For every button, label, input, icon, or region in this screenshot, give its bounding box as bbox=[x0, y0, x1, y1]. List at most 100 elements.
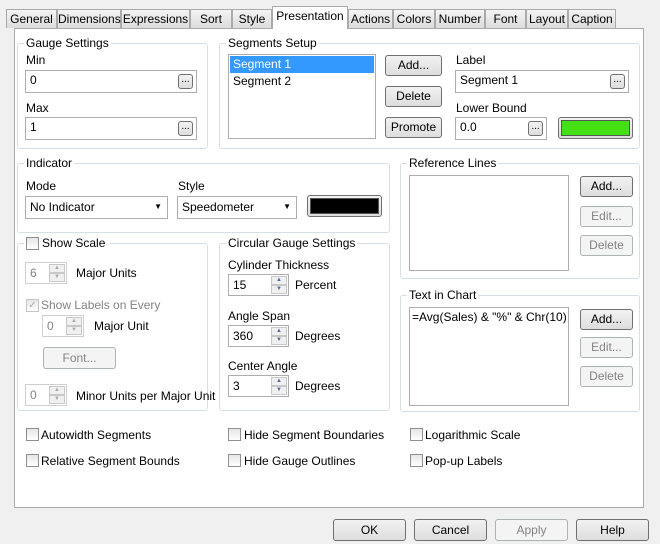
add-text-button[interactable]: Add... bbox=[580, 309, 633, 330]
tab-caption[interactable]: Caption bbox=[568, 9, 616, 28]
max-input[interactable]: 1... bbox=[25, 117, 197, 140]
apply-button[interactable]: Apply bbox=[495, 519, 568, 541]
show-scale-toggle[interactable]: Show Scale bbox=[24, 236, 110, 250]
style-label: Style bbox=[178, 179, 205, 193]
min-label: Min bbox=[26, 53, 46, 67]
logarithmic-scale-label: Logarithmic Scale bbox=[425, 428, 521, 442]
major-units-value: 6 bbox=[30, 266, 37, 280]
reference-lines-list[interactable] bbox=[409, 175, 569, 271]
promote-segment-button[interactable]: Promote bbox=[385, 117, 442, 138]
max-expression-button[interactable]: ... bbox=[178, 121, 193, 136]
group-title: Text in Chart bbox=[407, 288, 479, 302]
help-button[interactable]: Help bbox=[576, 519, 649, 541]
spin-up-icon[interactable]: ▲ bbox=[49, 264, 65, 273]
major-unit-value: 0 bbox=[47, 319, 54, 333]
percent-label: Percent bbox=[295, 278, 337, 292]
tab-actions[interactable]: Actions bbox=[348, 9, 393, 28]
spin-down-icon[interactable]: ▼ bbox=[271, 285, 287, 294]
spin-up-icon[interactable]: ▲ bbox=[49, 386, 65, 395]
spin-up-icon[interactable]: ▲ bbox=[271, 276, 287, 285]
angle-span-value: 360 bbox=[233, 329, 254, 343]
min-input[interactable]: 0... bbox=[25, 70, 197, 93]
center-angle-unit: Degrees bbox=[295, 379, 341, 393]
tab-number[interactable]: Number bbox=[435, 9, 485, 28]
segment-color-button[interactable] bbox=[558, 117, 633, 139]
relative-segment-bounds-checkbox[interactable] bbox=[26, 454, 39, 467]
hide-gauge-outlines-checkbox[interactable] bbox=[228, 454, 241, 467]
hide-gauge-outlines-label: Hide Gauge Outlines bbox=[244, 454, 356, 468]
hide-segment-boundaries-checkbox[interactable] bbox=[228, 428, 241, 441]
spin-down-icon[interactable]: ▼ bbox=[271, 336, 287, 345]
list-item[interactable]: =Avg(Sales) & "%" & Chr(10) & Sum bbox=[412, 310, 566, 325]
cancel-button[interactable]: Cancel bbox=[414, 519, 487, 541]
mode-select[interactable]: No Indicator ▼ bbox=[25, 196, 168, 219]
hide-segment-boundaries-label: Hide Segment Boundaries bbox=[244, 428, 385, 442]
add-segment-button[interactable]: Add... bbox=[385, 55, 442, 76]
text-in-chart-list[interactable]: =Avg(Sales) & "%" & Chr(10) & Sum bbox=[409, 307, 569, 406]
delete-reference-line-button[interactable]: Delete bbox=[580, 235, 633, 256]
max-label: Max bbox=[26, 101, 49, 115]
autowidth-segments-label: Autowidth Segments bbox=[41, 428, 152, 442]
minor-units-label: Minor Units per Major Unit bbox=[76, 389, 216, 403]
tab-sort[interactable]: Sort bbox=[190, 9, 232, 28]
minor-units-spinner[interactable]: 0 ▲ ▼ bbox=[25, 384, 67, 406]
show-scale-checkbox[interactable] bbox=[26, 237, 39, 250]
indicator-color-button[interactable] bbox=[307, 195, 382, 217]
spin-up-icon[interactable]: ▲ bbox=[271, 377, 287, 386]
tab-font[interactable]: Font bbox=[485, 9, 526, 28]
min-expression-button[interactable]: ... bbox=[178, 74, 193, 89]
list-item[interactable]: Segment 2 bbox=[230, 73, 374, 90]
spin-down-icon[interactable]: ▼ bbox=[49, 395, 65, 404]
angle-span-spinner[interactable]: 360 ▲ ▼ bbox=[228, 325, 289, 347]
lower-bound-expression-button[interactable]: ... bbox=[528, 121, 543, 136]
cylinder-thickness-label: Cylinder Thickness bbox=[228, 258, 330, 272]
scale-font-button[interactable]: Font... bbox=[43, 347, 116, 369]
segments-list[interactable]: Segment 1 Segment 2 bbox=[228, 54, 376, 139]
angle-span-unit: Degrees bbox=[295, 329, 341, 343]
major-unit-spinner[interactable]: 0 ▲ ▼ bbox=[42, 315, 84, 337]
spin-up-icon[interactable]: ▲ bbox=[66, 317, 82, 326]
add-reference-line-button[interactable]: Add... bbox=[580, 176, 633, 197]
style-select[interactable]: Speedometer ▼ bbox=[177, 196, 297, 219]
label-label: Label bbox=[456, 53, 486, 67]
tab-style[interactable]: Style bbox=[232, 9, 272, 28]
show-labels-checkbox[interactable]: ✓ bbox=[26, 299, 39, 312]
center-angle-spinner[interactable]: 3 ▲ ▼ bbox=[228, 375, 289, 397]
tab-presentation[interactable]: Presentation bbox=[272, 6, 348, 29]
spin-down-icon[interactable]: ▼ bbox=[271, 386, 287, 395]
segment-label-input[interactable]: Segment 1... bbox=[455, 70, 629, 93]
logarithmic-scale-checkbox[interactable] bbox=[410, 428, 423, 441]
major-unit-label: Major Unit bbox=[94, 319, 149, 333]
delete-segment-button[interactable]: Delete bbox=[385, 86, 442, 107]
segment-color-swatch bbox=[561, 120, 630, 136]
max-value: 1 bbox=[30, 120, 37, 134]
spin-down-icon[interactable]: ▼ bbox=[66, 326, 82, 335]
tab-colors[interactable]: Colors bbox=[393, 9, 435, 28]
edit-reference-line-button[interactable]: Edit... bbox=[580, 206, 633, 227]
lower-bound-input[interactable]: 0.0... bbox=[455, 117, 547, 140]
chevron-down-icon: ▼ bbox=[283, 202, 291, 211]
tab-general[interactable]: General bbox=[6, 9, 57, 28]
delete-text-button[interactable]: Delete bbox=[580, 366, 633, 387]
group-title: Gauge Settings bbox=[24, 36, 111, 50]
spin-down-icon[interactable]: ▼ bbox=[49, 273, 65, 282]
minor-units-value: 0 bbox=[30, 388, 37, 402]
tab-layout[interactable]: Layout bbox=[526, 9, 568, 28]
popup-labels-label: Pop-up Labels bbox=[425, 454, 503, 468]
angle-span-label: Angle Span bbox=[228, 309, 291, 323]
label-expression-button[interactable]: ... bbox=[610, 74, 625, 89]
lower-bound-label: Lower Bound bbox=[456, 101, 527, 115]
cylinder-thickness-spinner[interactable]: 15 ▲ ▼ bbox=[228, 274, 289, 296]
tab-dimensions[interactable]: Dimensions bbox=[57, 9, 121, 28]
list-item[interactable]: Segment 1 bbox=[230, 56, 374, 73]
group-title: Circular Gauge Settings bbox=[226, 236, 358, 250]
center-angle-label: Center Angle bbox=[228, 359, 298, 373]
spin-up-icon[interactable]: ▲ bbox=[271, 327, 287, 336]
mode-label: Mode bbox=[26, 179, 57, 193]
major-units-spinner[interactable]: 6 ▲ ▼ bbox=[25, 262, 67, 284]
tab-expressions[interactable]: Expressions bbox=[121, 9, 190, 28]
ok-button[interactable]: OK bbox=[333, 519, 406, 541]
autowidth-segments-checkbox[interactable] bbox=[26, 428, 39, 441]
edit-text-button[interactable]: Edit... bbox=[580, 337, 633, 358]
popup-labels-checkbox[interactable] bbox=[410, 454, 423, 467]
